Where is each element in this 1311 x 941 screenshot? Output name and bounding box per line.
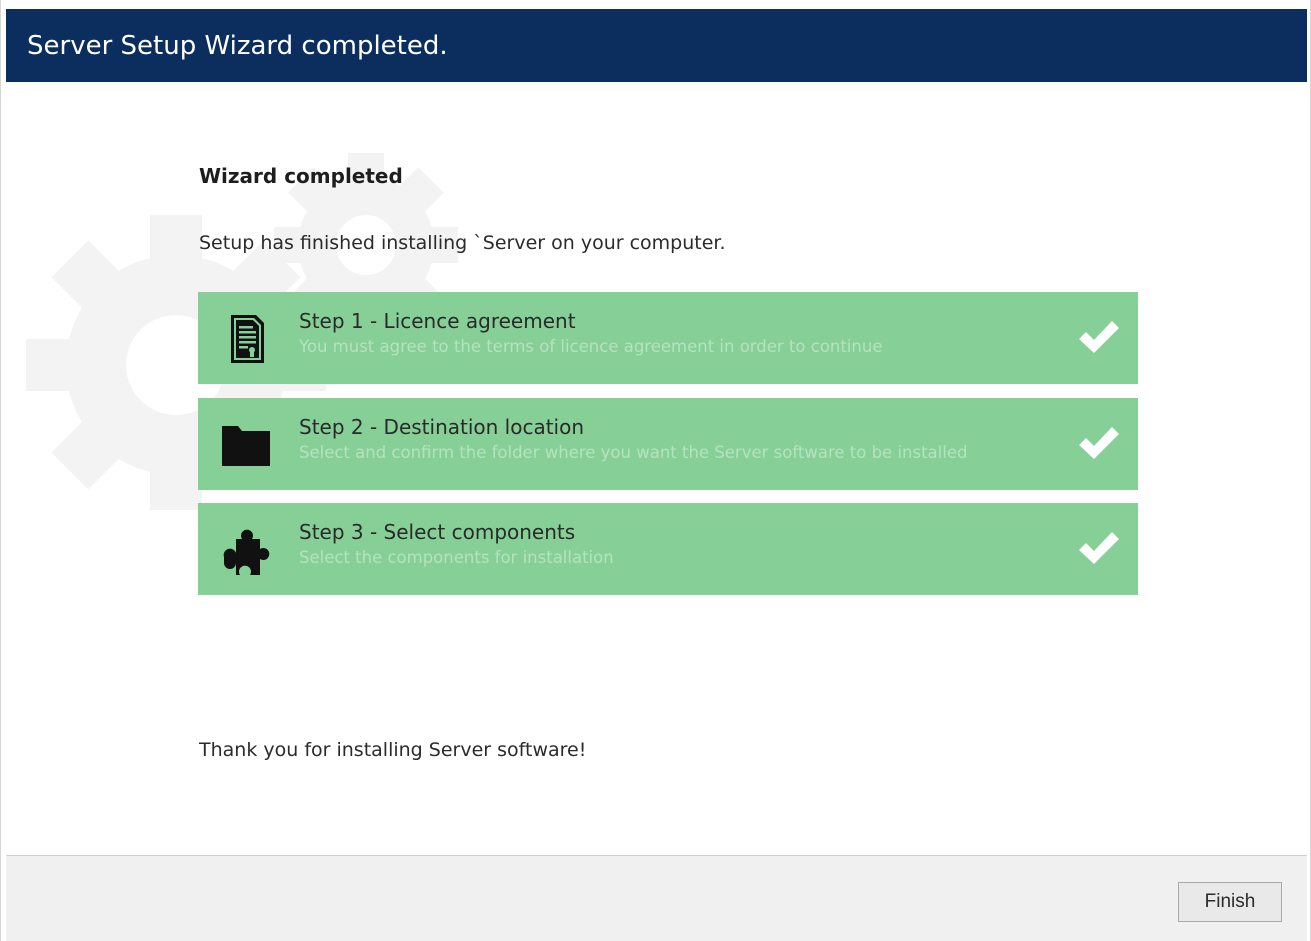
step-title: Step 1 - Licence agreement <box>299 309 576 333</box>
step-description: Select and confirm the folder where you … <box>299 443 968 462</box>
title-bar: Server Setup Wizard completed. <box>6 9 1307 82</box>
checkmark-icon <box>1076 318 1122 358</box>
step-description: Select the components for installation <box>299 548 614 567</box>
intro-text: Setup has finished installing `Server on… <box>199 232 726 254</box>
window-title: Server Setup Wizard completed. <box>27 31 448 61</box>
checkmark-icon <box>1076 424 1122 464</box>
page-heading: Wizard completed <box>199 164 403 188</box>
document-icon <box>220 312 274 366</box>
puzzle-icon <box>220 523 274 577</box>
footer-bar: Finish <box>6 855 1307 941</box>
step-row-licence: Step 1 - Licence agreement You must agre… <box>198 292 1138 384</box>
step-description: You must agree to the terms of licence a… <box>299 337 883 356</box>
folder-icon <box>220 418 274 472</box>
thank-you-text: Thank you for installing Server software… <box>199 739 587 761</box>
step-title: Step 2 - Destination location <box>299 415 585 439</box>
step-row-destination: Step 2 - Destination location Select and… <box>198 398 1138 490</box>
setup-wizard-window: Server Setup Wizard completed. Wizard co… <box>0 0 1311 941</box>
step-title: Step 3 - Select components <box>299 520 576 544</box>
finish-button[interactable]: Finish <box>1178 882 1282 922</box>
step-row-components: Step 3 - Select components Select the co… <box>198 503 1138 595</box>
checkmark-icon <box>1076 529 1122 569</box>
